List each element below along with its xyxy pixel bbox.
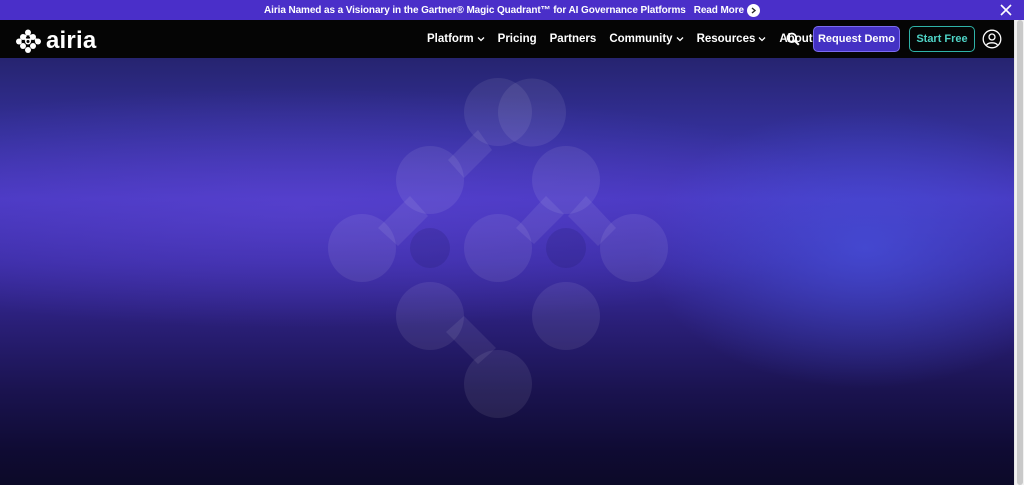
nav-item-pricing[interactable]: Pricing — [498, 33, 537, 45]
chevron-down-icon — [676, 37, 684, 42]
logo-text: airia — [46, 27, 97, 54]
request-demo-button[interactable]: Request Demo — [813, 26, 900, 52]
read-more-label: Read More — [693, 4, 744, 16]
nav-label: Community — [609, 33, 673, 45]
start-free-button[interactable]: Start Free — [909, 26, 975, 52]
site-header: airia Platform Pricing Partners Communit… — [0, 20, 1014, 58]
user-account-icon[interactable] — [982, 29, 1002, 49]
read-more-link[interactable]: Read More — [693, 3, 760, 17]
nav-label: Pricing — [497, 33, 537, 45]
arrow-right-circle-icon — [746, 3, 760, 17]
airia-logo-icon — [16, 29, 41, 53]
search-icon[interactable] — [786, 32, 800, 46]
chevron-down-icon — [477, 37, 485, 42]
main-nav: Platform Pricing Partners Community Reso… — [427, 20, 826, 58]
nav-item-community[interactable]: Community — [609, 33, 684, 45]
logo[interactable]: airia — [16, 27, 96, 55]
announcement-text: Airia Named as a Visionary in the Gartne… — [264, 4, 686, 16]
chevron-down-icon — [758, 37, 766, 42]
scrollbar-thumb[interactable] — [1017, 20, 1023, 485]
nav-label: Resources — [696, 33, 756, 45]
nav-item-platform[interactable]: Platform — [427, 33, 485, 45]
nav-item-partners[interactable]: Partners — [550, 33, 597, 45]
page-scrollbar[interactable] — [1014, 20, 1024, 485]
nav-label: Platform — [427, 33, 474, 45]
nav-label: Partners — [549, 33, 597, 45]
close-icon[interactable] — [999, 3, 1013, 17]
nav-item-resources[interactable]: Resources — [697, 33, 767, 45]
airia-mark-graphic — [328, 78, 668, 418]
announcement-bar: Airia Named as a Visionary in the Gartne… — [0, 0, 1024, 20]
hero-section — [0, 58, 1014, 485]
